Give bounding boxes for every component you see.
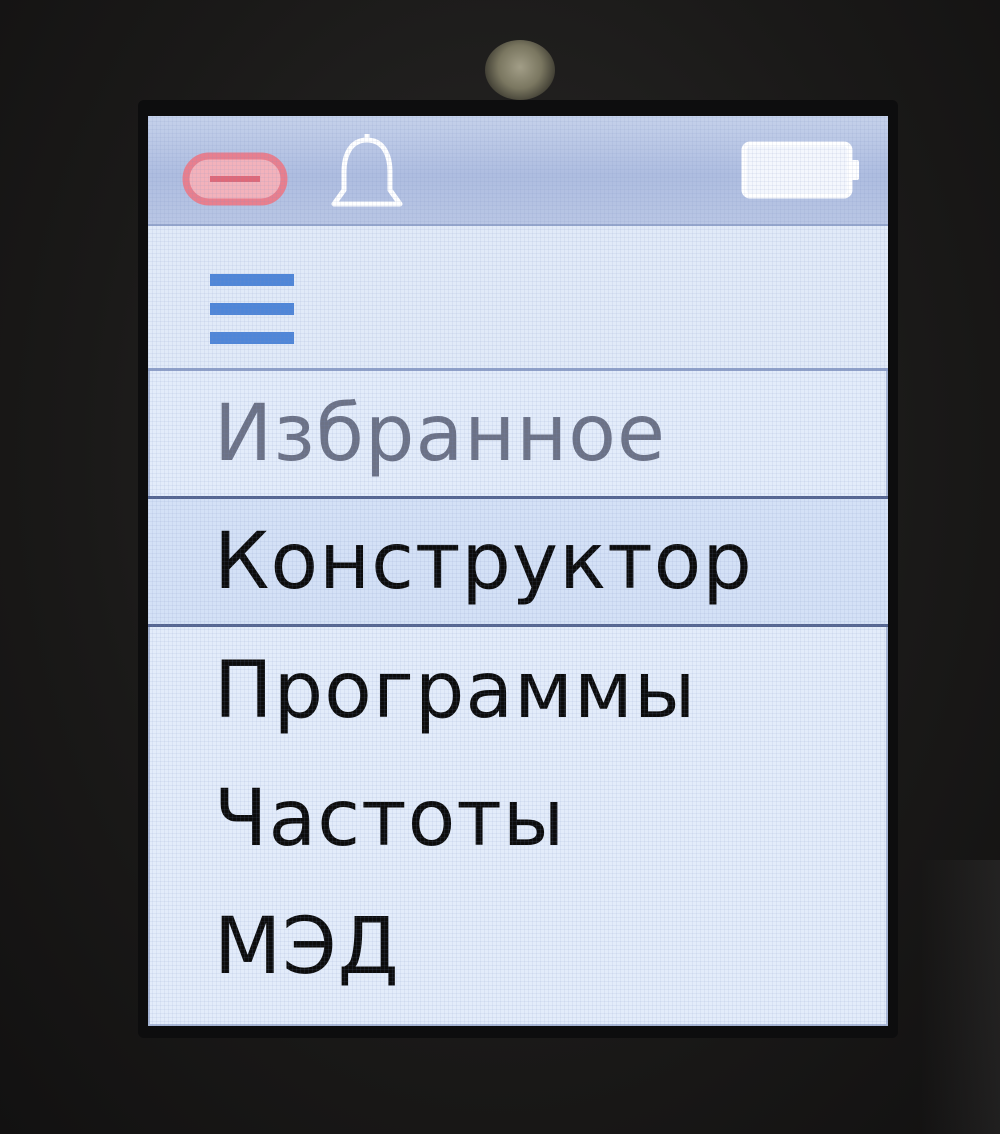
camera-lens (485, 40, 555, 100)
menu-header (148, 226, 888, 371)
menu-item-favorites[interactable]: Избранное (148, 371, 888, 499)
menu-item-label: МЭД (214, 902, 400, 992)
menu-list: Избранное Конструктор Программы Частоты … (148, 371, 888, 1011)
menu-item-label: Программы (214, 646, 697, 736)
status-bar (148, 116, 888, 226)
bell-icon (331, 134, 403, 207)
menu-item-label: Частоты (214, 774, 566, 864)
menu-item-med[interactable]: МЭД (148, 883, 888, 1011)
light-glare (920, 860, 1000, 1134)
menu-item-label: Избранное (214, 388, 666, 479)
hamburger-icon[interactable] (210, 272, 294, 346)
menu-item-frequencies[interactable]: Частоты (148, 755, 888, 883)
device-body: Избранное Конструктор Программы Частоты … (0, 0, 1000, 1134)
pill-icon (182, 152, 288, 206)
device-screen: Избранное Конструктор Программы Частоты … (148, 116, 888, 1026)
menu-item-constructor[interactable]: Конструктор (148, 499, 888, 627)
battery-icon (741, 141, 859, 199)
menu-item-programs[interactable]: Программы (148, 627, 888, 755)
menu-item-label: Конструктор (214, 516, 753, 607)
